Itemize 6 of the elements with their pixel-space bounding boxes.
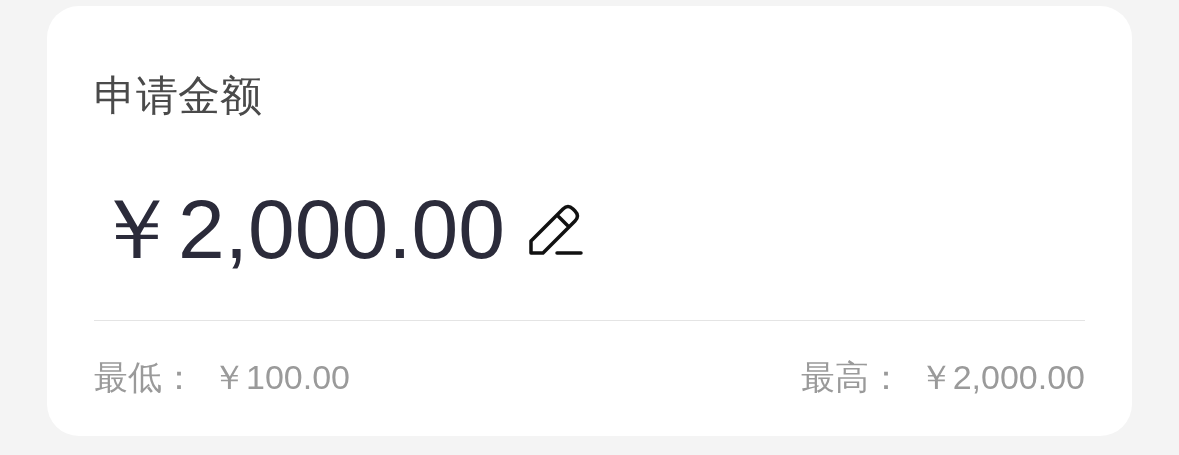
limit-value: ￥2,000.00 — [918, 357, 1085, 398]
limit-label: 最高： — [800, 356, 903, 399]
limit-label: 最低： — [94, 356, 196, 399]
section-title: 申请金额 — [94, 70, 263, 122]
limit-value: ￥100.00 — [212, 357, 350, 398]
amount-value: ￥2,000.00 — [94, 184, 505, 274]
